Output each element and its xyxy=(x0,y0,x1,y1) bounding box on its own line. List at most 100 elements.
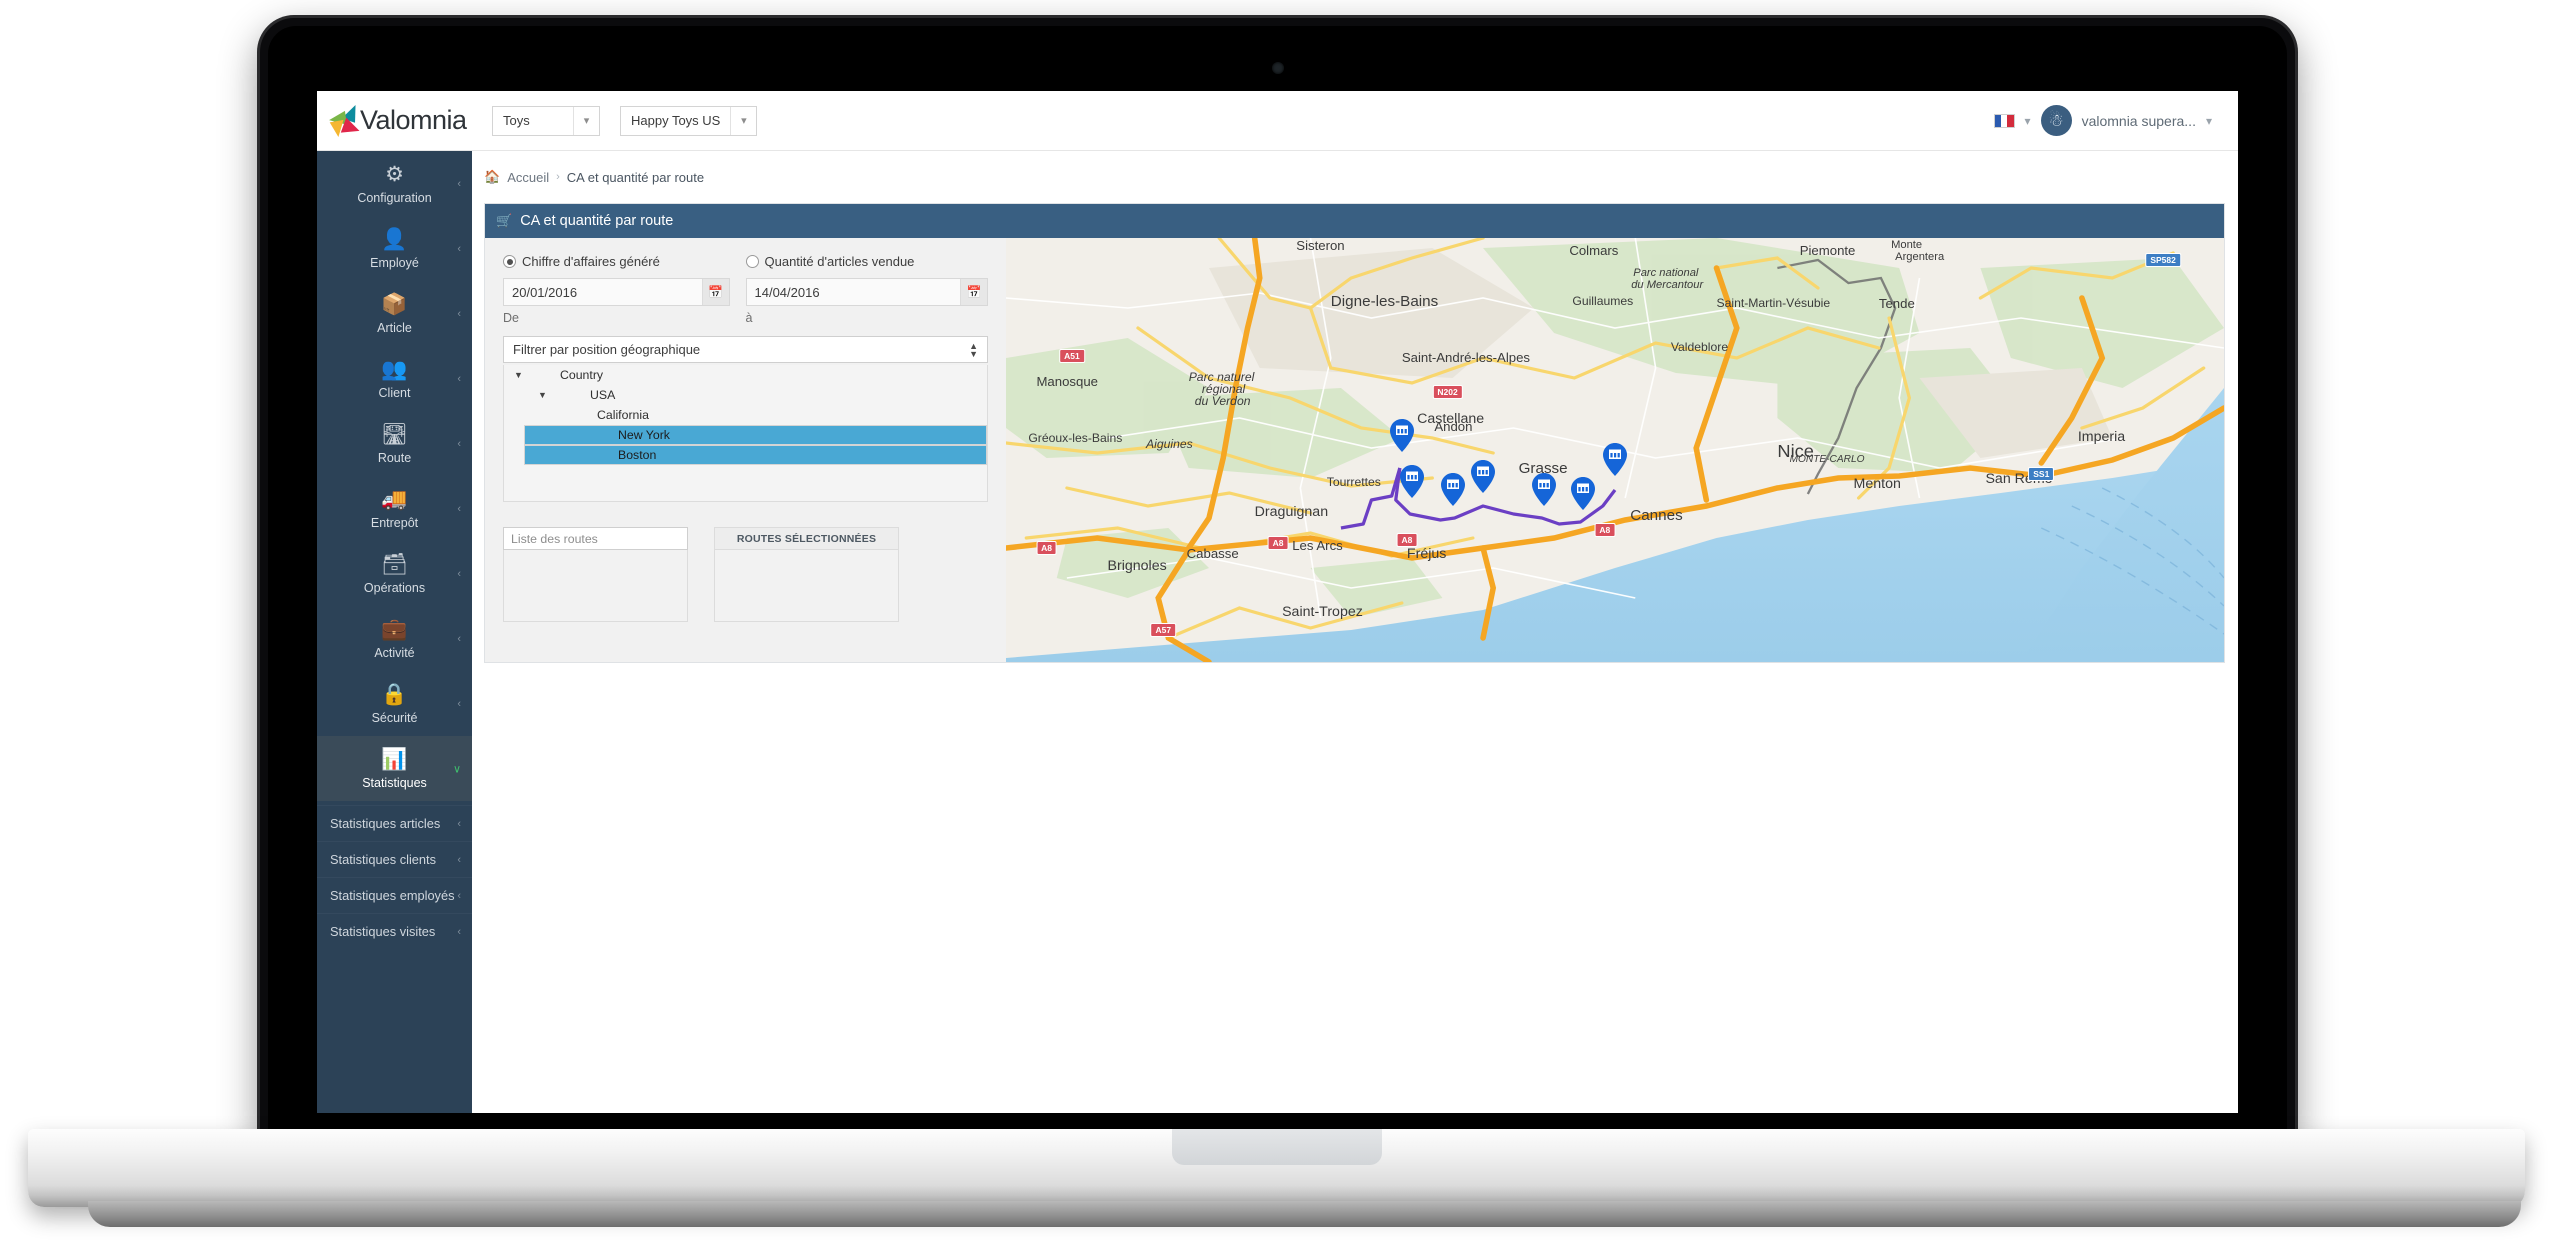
map-label: Tende xyxy=(1879,296,1915,311)
store-pin-icon[interactable] xyxy=(1570,476,1595,510)
sidebar-item-configuration[interactable]: ⚙ Configuration ‹ xyxy=(317,151,472,216)
routes-search-field[interactable] xyxy=(503,527,688,550)
caret-down-icon[interactable]: ▼ xyxy=(538,390,552,400)
calendar-icon[interactable]: 📅 xyxy=(701,279,729,305)
store-pin-icon[interactable] xyxy=(1531,473,1556,506)
date-from-field[interactable]: 📅 xyxy=(503,278,730,306)
chevron-left-icon: ‹ xyxy=(457,177,461,190)
user-icon: 👤 xyxy=(381,228,408,251)
date-range-row: 📅 De 📅 à xyxy=(503,278,988,325)
radio-revenue[interactable]: Chiffre d'affaires généré xyxy=(503,254,746,269)
radio-quantity-label: Quantité d'articles vendue xyxy=(764,254,915,269)
map-label: Colmars xyxy=(1569,243,1619,258)
store-pin-icon[interactable] xyxy=(1471,460,1496,493)
road-shield: A8 xyxy=(1396,533,1418,547)
home-icon[interactable]: 🏠 xyxy=(484,169,500,185)
store-pin-icon[interactable] xyxy=(1440,473,1465,506)
valomnia-pinwheel-icon xyxy=(328,101,363,138)
sidebar-item-route[interactable]: 🛣 Route ‹ xyxy=(317,411,472,476)
sidebar-subitem-label: Statistiques clients xyxy=(330,852,436,867)
map-label: Fréjus xyxy=(1407,545,1446,561)
sidebar-item-activit[interactable]: 💼 Activité ‹ xyxy=(317,606,472,671)
date-to-field[interactable]: 📅 xyxy=(745,278,988,306)
routes-available-list[interactable] xyxy=(503,550,688,622)
map-label: Digne-les-Bains xyxy=(1331,293,1439,310)
france-flag-icon[interactable] xyxy=(1993,113,2015,128)
road-shield: A8 xyxy=(1594,523,1616,537)
date-to-cell: 📅 à xyxy=(745,278,988,325)
industry-select[interactable]: Toys ▾ xyxy=(492,105,600,136)
chevron-left-icon: ‹ xyxy=(457,817,461,830)
sidebar-subitem-1[interactable]: Statistiques clients ‹ xyxy=(317,841,472,877)
sidebar-item-entrept[interactable]: 🚚 Entrepôt ‹ xyxy=(317,476,472,541)
sidebar-item-scurit[interactable]: 🔒 Sécurité ‹ xyxy=(317,671,472,736)
radio-revenue-label: Chiffre d'affaires généré xyxy=(522,254,660,269)
routes-selected-list[interactable] xyxy=(714,550,899,622)
sidebar-item-client[interactable]: 👥 Client ‹ xyxy=(317,346,472,411)
map-label: du Mercantour xyxy=(1631,279,1704,291)
map-label: Saint-Tropez xyxy=(1282,603,1363,619)
truck-icon: 🚚 xyxy=(381,488,408,511)
sidebar-subitem-2[interactable]: Statistiques employés ‹ xyxy=(317,877,472,913)
sidebar-item-article[interactable]: 📦 Article ‹ xyxy=(317,281,472,346)
laptop-screen: Valomnia Toys ▾ Happy Toys US ▾ ▾ ☃ valo… xyxy=(317,91,2238,1113)
sort-updown-icon: ▲ ▼ xyxy=(969,340,978,359)
user-menu-chevron-down-icon[interactable]: ▾ xyxy=(2206,114,2212,128)
tree-node-label: Boston xyxy=(618,448,657,462)
sidebar-item-label: Route xyxy=(377,451,412,465)
radio-quantity-indicator xyxy=(745,255,759,268)
map-label: Parc national xyxy=(1633,267,1699,279)
breadcrumb-home-link[interactable]: Accueil xyxy=(507,170,549,185)
sidebar-subitem-label: Statistiques articles xyxy=(330,816,441,831)
user-avatar-icon[interactable]: ☃ xyxy=(2040,105,2072,136)
road-shield: A57 xyxy=(1150,623,1177,637)
chevron-left-icon: ‹ xyxy=(457,307,461,320)
map-label: Andon xyxy=(1434,419,1472,434)
sidebar-item-label: Opérations xyxy=(363,581,426,595)
tree-node-usa[interactable]: ▼ USA xyxy=(504,385,987,405)
gears-icon: ⚙ xyxy=(385,163,404,186)
sidebar-item-label: Statistiques xyxy=(362,776,427,790)
map-label: Manosque xyxy=(1036,374,1098,389)
map-label: Menton xyxy=(1854,475,1901,491)
date-from-input[interactable] xyxy=(504,279,702,305)
store-pin-icon[interactable] xyxy=(1603,443,1627,476)
map-label: Argentera xyxy=(1895,251,1945,263)
tree-node-label: USA xyxy=(590,388,616,402)
brand-logo[interactable]: Valomnia xyxy=(317,101,472,138)
date-to-input[interactable] xyxy=(746,279,960,305)
sidebar-subitem-0[interactable]: Statistiques articles ‹ xyxy=(317,805,472,841)
chevron-left-icon: ‹ xyxy=(457,502,461,515)
store-pin-icon[interactable] xyxy=(1400,465,1424,498)
geo-filter-select[interactable]: Filtrer par position géographique ▲ ▼ xyxy=(503,336,988,363)
sidebar-item-label: Configuration xyxy=(357,191,432,205)
caret-down-icon[interactable]: ▼ xyxy=(514,370,528,380)
language-chevron-down-icon[interactable]: ▾ xyxy=(2025,114,2031,128)
company-select[interactable]: Happy Toys US ▾ xyxy=(620,105,758,136)
date-from-label: De xyxy=(503,311,519,325)
routes-search-input[interactable] xyxy=(511,531,687,546)
report-panel-body: Chiffre d'affaires généré Quantité d'art… xyxy=(485,238,2224,662)
sidebar-item-statistiques[interactable]: 📊 Statistiques ∨ xyxy=(317,736,472,801)
chevron-left-icon: ‹ xyxy=(457,242,461,255)
sidebar-item-employ[interactable]: 👤 Employé ‹ xyxy=(317,216,472,281)
map-label: Sisteron xyxy=(1296,238,1344,253)
store-pin-icon[interactable] xyxy=(1389,419,1414,452)
chevron-down-icon: ∨ xyxy=(452,763,461,775)
road-shield: A8 xyxy=(1036,540,1058,555)
road-shield: A8 xyxy=(1267,536,1289,550)
tree-node-newyork[interactable]: New York xyxy=(524,425,987,445)
tree-node-california[interactable]: California xyxy=(504,405,987,425)
sidebar-item-oprations[interactable]: 🗃 Opérations ‹ xyxy=(317,541,472,606)
calendar-icon[interactable]: 📅 xyxy=(960,279,987,305)
radio-quantity[interactable]: Quantité d'articles vendue xyxy=(745,254,989,269)
tree-node-country[interactable]: ▼ Country xyxy=(504,365,987,385)
sidebar-subitem-3[interactable]: Statistiques visites ‹ xyxy=(317,913,472,949)
sidebar-subitem-label: Statistiques visites xyxy=(330,924,436,939)
route-map[interactable]: Sisteron Colmars Piemonte Monte Argentera Dig… xyxy=(1006,238,2224,662)
laptop-base-notch xyxy=(1171,1129,1382,1165)
report-panel: 🛒 CA et quantité par route Chiffre d'aff… xyxy=(484,203,2225,663)
sidebar-item-label: Activité xyxy=(374,646,415,660)
tree-node-boston[interactable]: Boston xyxy=(524,445,987,465)
sidebar-subitem-label: Statistiques employés xyxy=(330,888,455,903)
